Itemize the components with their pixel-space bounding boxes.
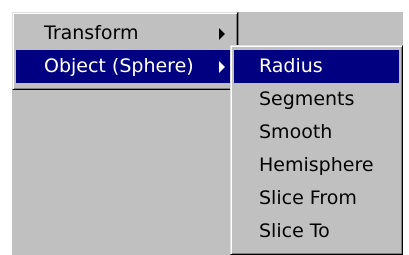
submenu-item-smooth[interactable]: Smooth (234, 116, 399, 149)
submenu-item-slice-from[interactable]: Slice From (234, 182, 399, 215)
menu-item-transform[interactable]: Transform (16, 17, 234, 50)
menu-item-label: Object (Sphere) (44, 55, 194, 77)
menu-item-object-sphere[interactable]: Object (Sphere) (16, 50, 234, 83)
menu-item-label: Hemisphere (259, 154, 374, 176)
menu-item-label: Segments (259, 88, 355, 110)
menu-separator-line (238, 12, 239, 45)
menu-item-label: Smooth (259, 121, 333, 143)
chevron-right-icon (219, 60, 225, 73)
submenu-item-radius[interactable]: Radius (234, 50, 399, 83)
menu-item-label: Transform (44, 22, 139, 44)
submenu-item-slice-to[interactable]: Slice To (234, 215, 399, 248)
submenu-object-sphere: Radius Segments Smooth Hemisphere Slice … (230, 45, 403, 255)
context-menu: Transform Object (Sphere) (12, 12, 238, 90)
screen: Transform Object (Sphere) Radius Segment… (0, 0, 409, 255)
menu-item-label: Slice To (259, 220, 330, 242)
submenu-item-hemisphere[interactable]: Hemisphere (234, 149, 399, 182)
menu-item-label: Radius (259, 55, 323, 77)
submenu-item-segments[interactable]: Segments (234, 83, 399, 116)
menu-item-label: Slice From (259, 187, 357, 209)
chevron-right-icon (219, 27, 225, 40)
